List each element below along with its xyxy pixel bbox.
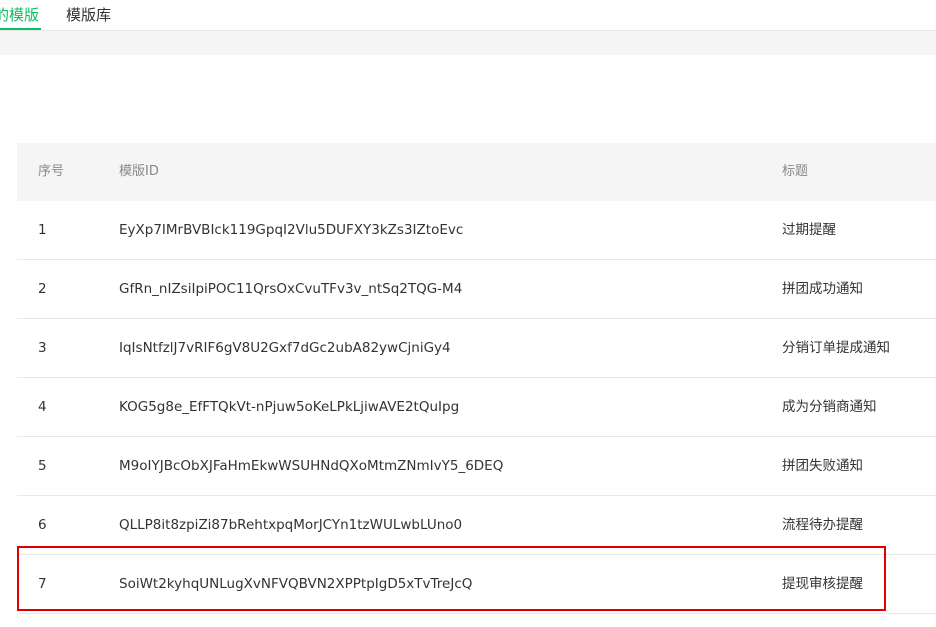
table-row[interactable]: 5 M9oIYJBcObXJFaHmEkwWSUHNdQXoMtmZNmIvY5… xyxy=(17,437,936,496)
row-title: 分销订单提成通知 xyxy=(782,340,890,356)
row-title: 提现审核提醒 xyxy=(782,576,863,592)
row-template-id: KOG5g8e_EfFTQkVt-nPjuw5oKeLPkLjiwAVE2tQu… xyxy=(119,399,460,415)
table-row[interactable]: 3 IqIsNtfzlJ7vRIF6gV8U2Gxf7dGc2ubA82ywCj… xyxy=(17,319,936,378)
row-index: 5 xyxy=(38,458,47,474)
toolbar-area xyxy=(0,31,936,55)
row-index: 6 xyxy=(38,517,47,533)
row-index: 4 xyxy=(38,399,47,415)
table-row[interactable]: 7 SoiWt2kyhqUNLugXvNFVQBVN2XPPtpIgD5xTvT… xyxy=(17,555,936,614)
table-row[interactable]: 4 KOG5g8e_EfFTQkVt-nPjuw5oKeLPkLjiwAVE2t… xyxy=(17,378,936,437)
row-title: 成为分销商通知 xyxy=(782,399,877,415)
header-title: 标题 xyxy=(782,164,809,179)
row-template-id: M9oIYJBcObXJFaHmEkwWSUHNdQXoMtmZNmIvY5_6… xyxy=(119,458,504,474)
table-row[interactable]: 2 GfRn_nIZsiIpiPOC11QrsOxCvuTFv3v_ntSq2T… xyxy=(17,260,936,319)
row-template-id: QLLP8it8zpiZi87bRehtxpqMorJCYn1tzWULwbLU… xyxy=(119,517,463,533)
header-index: 序号 xyxy=(38,164,65,179)
row-title: 流程待办提醒 xyxy=(782,517,863,533)
tab-my-templates[interactable]: 的模版 xyxy=(0,4,39,26)
table-row[interactable]: 6 QLLP8it8zpiZi87bRehtxpqMorJCYn1tzWULwb… xyxy=(17,496,936,555)
tab-template-library[interactable]: 模版库 xyxy=(66,4,111,26)
active-tab-indicator xyxy=(0,28,41,30)
row-template-id: EyXp7IMrBVBIck119GpqI2Vlu5DUFXY3kZs3IZto… xyxy=(119,222,464,238)
table-row[interactable]: 1 EyXp7IMrBVBIck119GpqI2Vlu5DUFXY3kZs3IZ… xyxy=(17,201,936,260)
row-title: 拼团失败通知 xyxy=(782,458,863,474)
row-template-id: SoiWt2kyhqUNLugXvNFVQBVN2XPPtpIgD5xTvTre… xyxy=(119,576,473,592)
template-table: 序号 模版ID 标题 1 EyXp7IMrBVBIck119GpqI2Vlu5D… xyxy=(17,143,936,614)
row-index: 2 xyxy=(38,281,47,297)
row-template-id: IqIsNtfzlJ7vRIF6gV8U2Gxf7dGc2ubA82ywCjni… xyxy=(119,340,451,356)
tab-bar: 的模版 模版库 xyxy=(0,0,936,31)
header-template-id: 模版ID xyxy=(119,164,159,179)
row-index: 1 xyxy=(38,222,47,238)
row-title: 过期提醒 xyxy=(782,222,836,238)
row-template-id: GfRn_nIZsiIpiPOC11QrsOxCvuTFv3v_ntSq2TQG… xyxy=(119,281,463,297)
row-index: 3 xyxy=(38,340,47,356)
row-index: 7 xyxy=(38,576,47,592)
row-title: 拼团成功通知 xyxy=(782,281,863,297)
table-header: 序号 模版ID 标题 xyxy=(17,143,936,201)
